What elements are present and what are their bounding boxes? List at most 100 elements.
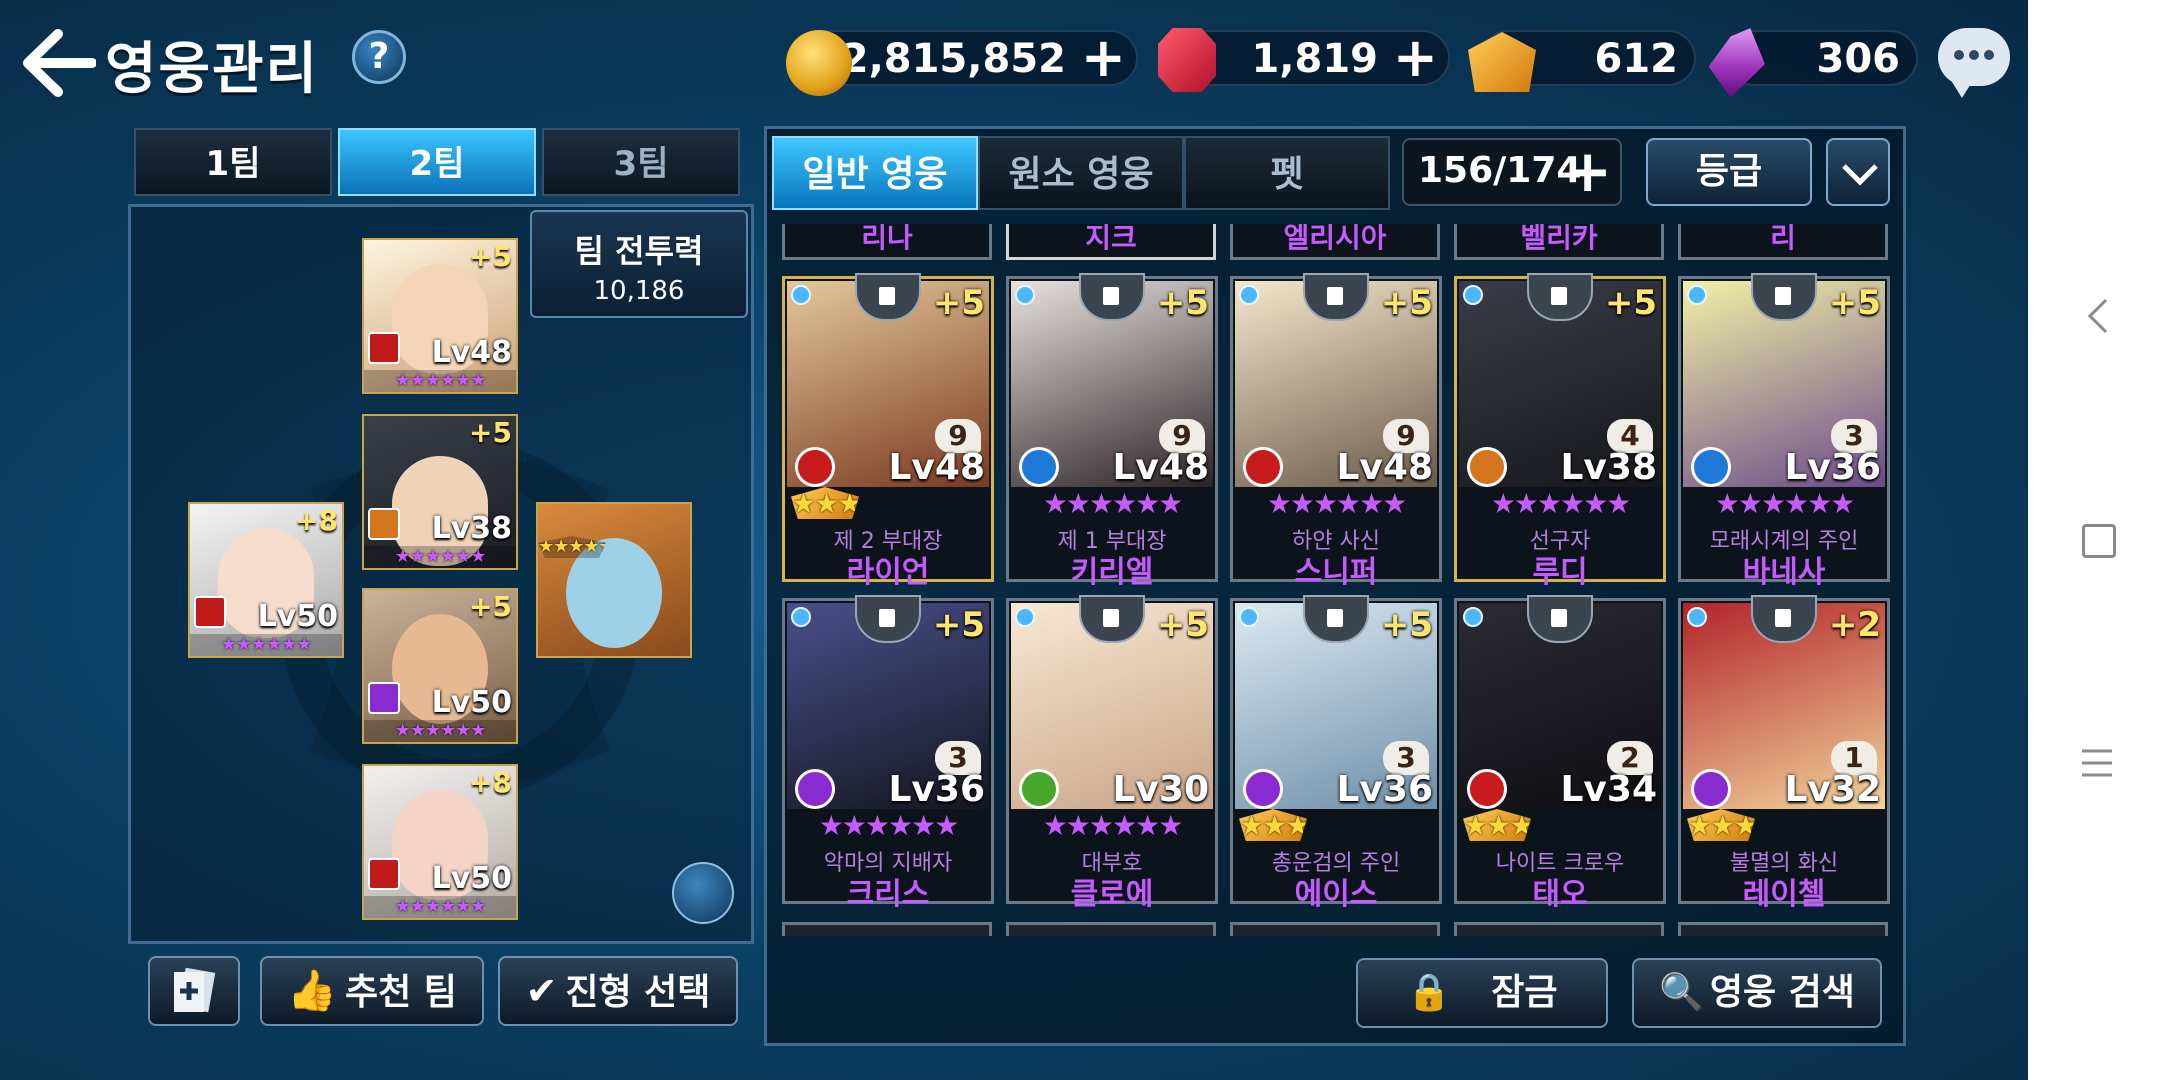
hero-card-partial[interactable] xyxy=(1678,922,1888,936)
star-rating: ★★★★★★ xyxy=(364,546,516,568)
hero-card[interactable]: +5 9 Lv48 ★★★★★★ 제 2 부대장 라이언 xyxy=(782,273,994,590)
gold-value: 2,815,852 xyxy=(840,36,1066,82)
hero-name: 태오 xyxy=(1532,877,1588,912)
hero-level: Lv48 xyxy=(1112,447,1209,488)
class-icon xyxy=(1243,769,1283,809)
hero-card-partial[interactable] xyxy=(1006,922,1216,936)
hero-level: Lv38 xyxy=(431,511,512,546)
hero-card[interactable]: +5 3 Lv36 ★★★★★★ 총운검의 주인 에이스 xyxy=(1230,595,1442,912)
chevron-down-icon xyxy=(1842,164,1878,186)
sort-dropdown-button[interactable] xyxy=(1826,138,1890,206)
system-back-icon[interactable] xyxy=(2086,296,2110,336)
hero-card[interactable]: +5 9 Lv48 ★★★★★★ 제 1 부대장 키리엘 xyxy=(1006,273,1218,590)
add-gold-button[interactable]: + xyxy=(1081,30,1126,86)
help-button[interactable]: ? xyxy=(352,30,406,84)
deck-cards-button[interactable] xyxy=(148,956,240,1026)
hero-level: Lv50 xyxy=(257,599,338,634)
hero-card-partial[interactable]: 리 xyxy=(1678,224,1888,260)
hero-name: 루디 xyxy=(1532,555,1588,590)
warrior-class-icon xyxy=(368,858,400,890)
formation-slot-4[interactable]: +5 Lv50 ★★★★★★ xyxy=(362,588,518,744)
expand-slots-button[interactable]: + xyxy=(1563,140,1612,202)
team-power-box: 팀 전투력 10,186 xyxy=(530,210,748,318)
tab-pets[interactable]: 펫 xyxy=(1184,136,1390,210)
crystal-value: 306 xyxy=(1816,36,1901,82)
ruby-value: 1,819 xyxy=(1251,36,1378,82)
hero-name: 라이언 xyxy=(846,555,930,590)
recommended-team-button[interactable]: 👍 추천 팀 xyxy=(260,956,484,1026)
sort-grade-button[interactable]: 등급 xyxy=(1646,138,1812,206)
formation-select-button[interactable]: ✔ 진형 선택 xyxy=(498,956,738,1026)
status-dot xyxy=(1687,607,1707,627)
enhance-level: +5 xyxy=(1604,283,1657,323)
formation-slot-5[interactable]: +8 Lv50 ★★★★★★ xyxy=(362,764,518,920)
checkmark-icon: ✔ xyxy=(525,969,558,1013)
hero-card[interactable]: +5 Lv30 ★★★★★★ 대부호 클로에 xyxy=(1006,595,1218,912)
tab-team-3[interactable]: 3팀 xyxy=(542,128,740,196)
star-rating: ★★★★★★ xyxy=(1266,487,1408,520)
hero-card-partial[interactable] xyxy=(782,922,992,936)
page-title: 영웅관리 xyxy=(105,37,320,102)
add-ruby-button[interactable]: + xyxy=(1393,30,1438,86)
hero-card[interactable]: +5 4 Lv38 ★★★★★★ 선구자 루디 xyxy=(1454,273,1666,590)
hero-card-partial[interactable] xyxy=(1230,922,1440,936)
enhance-level: +5 xyxy=(469,240,512,273)
enhance-level: +5 xyxy=(469,590,512,623)
lock-button[interactable]: 🔒 잠금 xyxy=(1356,958,1608,1028)
hero-card[interactable]: +5 9 Lv48 ★★★★★★ 하얀 사신 스니퍼 xyxy=(1230,273,1442,590)
chat-icon[interactable] xyxy=(1938,28,2010,98)
class-icon xyxy=(1691,769,1731,809)
share-arrow-icon[interactable] xyxy=(672,862,734,924)
hero-level: Lv48 xyxy=(888,447,985,488)
cards-plus-icon xyxy=(174,967,216,1013)
star-rating: ★★★★★★ xyxy=(1490,487,1632,520)
formation-slot-3[interactable]: +8 Lv50 ★★★★★★ xyxy=(188,502,344,658)
formation-slot-2[interactable]: +5 Lv38 ★★★★★★ xyxy=(362,414,518,570)
hero-name: 클로에 xyxy=(1070,877,1154,912)
hero-level: Lv48 xyxy=(431,335,512,370)
hero-card[interactable]: +5 3 Lv36 ★★★★★★ 악마의 지배자 크리스 xyxy=(782,595,994,912)
lock-label: 잠금 xyxy=(1491,972,1558,1013)
hero-card[interactable]: +5 3 Lv36 ★★★★★★ 모래시계의 주인 바네사 xyxy=(1678,273,1890,590)
hero-name: 레이첼 xyxy=(1742,877,1826,912)
star-rating: ★★★★★★ xyxy=(1042,487,1184,520)
star-rating: ★★★★★★ xyxy=(1687,809,1826,842)
hero-card-partial[interactable]: 리나 xyxy=(782,224,992,260)
hero-card-partial[interactable]: 벨리카 xyxy=(1454,224,1664,260)
enhance-level: +8 xyxy=(469,766,512,799)
status-dot xyxy=(1239,285,1259,305)
pet-slot[interactable]: ★★★★★ xyxy=(536,502,692,658)
star-rating: ★★★★★★ xyxy=(190,634,342,656)
hero-card-partial[interactable]: 지크 xyxy=(1006,224,1216,260)
hero-search-button[interactable]: 🔍 영웅 검색 xyxy=(1632,958,1882,1028)
class-icon xyxy=(1019,769,1059,809)
system-home-icon[interactable] xyxy=(2082,524,2116,558)
tab-team-1[interactable]: 1팀 xyxy=(134,128,332,196)
status-dot xyxy=(1015,285,1035,305)
mage-class-icon xyxy=(368,682,400,714)
enhance-level: +5 xyxy=(1156,283,1209,323)
enhance-level: +8 xyxy=(295,504,338,537)
hero-level: Lv36 xyxy=(888,769,985,810)
class-icon xyxy=(1019,447,1059,487)
recommended-team-label: 추천 팀 xyxy=(344,972,457,1013)
team-power-label: 팀 전투력 xyxy=(574,232,704,270)
hero-card-partial[interactable]: 엘리시아 xyxy=(1230,224,1440,260)
tab-normal-heroes[interactable]: 일반 영웅 xyxy=(772,136,978,210)
star-rating: ★★★★★★ xyxy=(818,809,960,842)
hero-card-partial[interactable] xyxy=(1454,922,1664,936)
hero-level: Lv38 xyxy=(1560,447,1657,488)
enhance-level: +5 xyxy=(1156,605,1209,645)
hero-card[interactable]: 2 Lv34 ★★★★★★ 나이트 크로우 태오 xyxy=(1454,595,1666,912)
star-rating: ★★★★★★ xyxy=(364,370,516,392)
star-rating: ★★★★★★ xyxy=(1714,487,1856,520)
system-menu-icon[interactable] xyxy=(2080,748,2114,778)
warrior-class-icon xyxy=(368,332,400,364)
formation-slot-1[interactable]: +5 Lv48 ★★★★★★ xyxy=(362,238,518,394)
hero-level: Lv32 xyxy=(1784,769,1881,810)
back-arrow-icon[interactable] xyxy=(22,28,96,98)
star-rating: ★★★★★★ xyxy=(791,487,930,520)
hero-card[interactable]: +2 1 Lv32 ★★★★★★ 불멸의 화신 레이첼 xyxy=(1678,595,1890,912)
tab-team-2[interactable]: 2팀 xyxy=(338,128,536,196)
tab-element-heroes[interactable]: 원소 영웅 xyxy=(978,136,1184,210)
